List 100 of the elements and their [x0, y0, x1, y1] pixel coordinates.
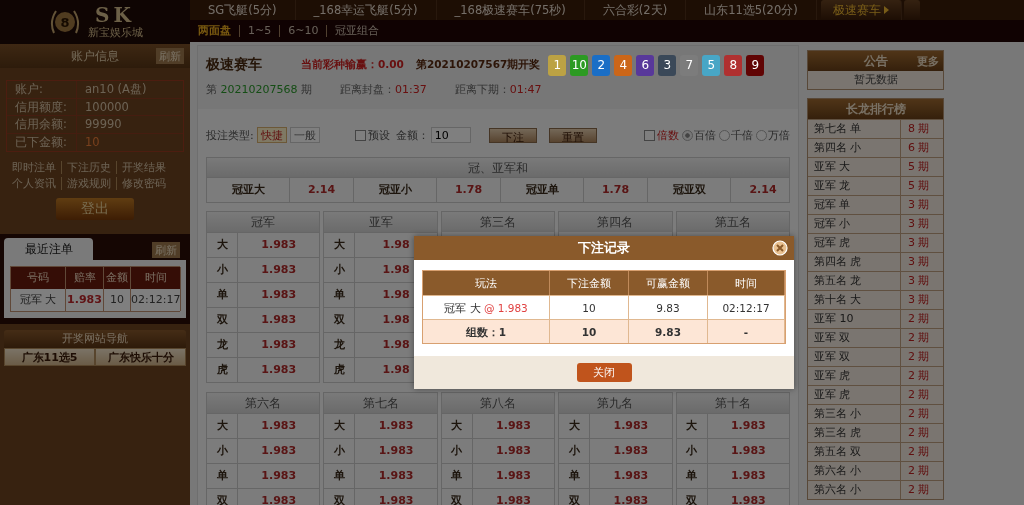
caret-icon	[883, 6, 889, 14]
bet-label-cell: 双	[441, 489, 473, 505]
bet-label-cell: 大	[676, 414, 708, 438]
ranking-name: 亚军 双	[808, 348, 901, 366]
table-cell: 10	[550, 295, 629, 319]
odds-cell[interactable]: 1.983	[238, 308, 320, 332]
ranking-name: 第五名 双	[808, 443, 901, 461]
odds-cell[interactable]: 1.983	[238, 489, 320, 505]
column-header: 玩法	[423, 271, 550, 295]
bet-type-tab[interactable]: 快捷	[256, 127, 287, 143]
ranking-name: 冠军 单	[808, 196, 901, 214]
logo-title: SK	[95, 4, 135, 26]
board-title: 亚军	[324, 212, 437, 232]
scale-radio[interactable]	[682, 129, 693, 141]
odds-cell[interactable]: 1.983	[590, 464, 672, 488]
amount-field[interactable]: 10	[430, 127, 471, 143]
recent-tab[interactable]: 最近注单	[4, 238, 93, 260]
odds-cell[interactable]: 1.983	[355, 414, 437, 438]
bet-label-cell: 大	[324, 233, 356, 257]
board-title: 第六名	[207, 393, 320, 413]
multiple-checkbox[interactable]	[644, 129, 655, 141]
submit-button[interactable]: 下注	[488, 127, 537, 143]
sub-tab[interactable]: 冠亚组合	[326, 25, 388, 37]
odds-cell[interactable]: 1.983	[355, 464, 437, 488]
odds-cell[interactable]: 1.983	[238, 283, 320, 307]
bet-label-cell: 双	[324, 489, 356, 505]
board-title: 第五名	[676, 212, 789, 232]
odds-cell[interactable]: 1.983	[472, 439, 555, 463]
nav-link[interactable]: 广东11选5	[4, 348, 95, 366]
odds-cell[interactable]: 1.983	[590, 489, 672, 505]
logout-button[interactable]: 登出	[56, 198, 134, 220]
odds-cell[interactable]: 1.983	[472, 414, 555, 438]
odds-cell[interactable]: 1.983	[707, 414, 789, 438]
sub-tab[interactable]: 1~5	[239, 25, 280, 37]
bet-label-cell: 大	[324, 414, 356, 438]
board-title: 第九名	[559, 393, 672, 413]
odds-cell[interactable]: 1.983	[590, 439, 672, 463]
bet-label-cell: 单	[207, 464, 238, 488]
odds-cell[interactable]: 1.983	[472, 489, 555, 505]
sub-tab[interactable]: 6~10	[279, 25, 327, 37]
ranking-count: 2 期	[907, 349, 931, 365]
table-title: 冠、亚军和	[207, 158, 789, 178]
nav-extra-button[interactable]	[903, 0, 920, 20]
side-link[interactable]: 即时注单	[12, 161, 61, 174]
close-icon[interactable]	[772, 240, 788, 256]
ranking-count: 2 期	[907, 330, 931, 346]
odds-cell[interactable]: 1.983	[707, 464, 789, 488]
odds-cell[interactable]: 1.983	[238, 233, 320, 257]
odds-cell[interactable]: 1.78	[437, 178, 501, 202]
side-link[interactable]: 修改密码	[116, 177, 171, 190]
ranking-name: 第五名 龙	[808, 272, 901, 290]
scale-radio[interactable]	[756, 129, 767, 141]
ranking-count: 5 期	[907, 178, 931, 194]
odds-cell[interactable]: 1.983	[238, 358, 320, 382]
bet-label-cell: 冠亚大	[207, 178, 290, 202]
period-text: 第 20210207568 期	[206, 81, 312, 97]
odds-cell[interactable]: 1.983	[238, 414, 320, 438]
table-cell: 02:12:17	[708, 295, 785, 319]
odds-cell[interactable]: 1.983	[238, 258, 320, 282]
multiple-label: 倍数	[657, 127, 679, 143]
odds-cell[interactable]: 1.983	[238, 439, 320, 463]
board-title: 第四名	[559, 212, 672, 232]
odds-cell[interactable]: 1.983	[707, 489, 789, 505]
amount-label: 金额：	[395, 127, 429, 143]
bet-label-cell: 双	[676, 489, 708, 505]
column-header: 号码	[11, 267, 66, 289]
odds-cell[interactable]: 1.983	[238, 464, 320, 488]
odds-cell[interactable]: 2.14	[290, 178, 354, 202]
ranking-name: 亚军 双	[808, 329, 901, 347]
bet-label-cell: 龙	[207, 333, 238, 357]
odds-cell[interactable]: 2.14	[731, 178, 795, 202]
side-link[interactable]: 开奖结果	[116, 161, 171, 174]
odds-cell[interactable]: 1.983	[355, 489, 437, 505]
odds-cell[interactable]: 1.983	[590, 414, 672, 438]
bet-label-cell: 小	[324, 439, 356, 463]
side-link[interactable]: 游戏规则	[61, 177, 116, 190]
side-link[interactable]: 下注历史	[61, 161, 116, 174]
account-value: 10	[84, 133, 101, 151]
odds-cell[interactable]: 1.983	[238, 333, 320, 357]
odds-cell[interactable]: 1.983	[472, 464, 555, 488]
odds-cell[interactable]: 1.78	[584, 178, 648, 202]
side-link[interactable]: 个人资讯	[12, 177, 61, 190]
odds-cell[interactable]: 1.983	[355, 439, 437, 463]
table-cell: 冠军 大	[11, 289, 66, 311]
reset-button[interactable]: 重置	[548, 127, 597, 143]
bet-label-cell: 小	[676, 439, 708, 463]
ranking-name: 冠军 小	[808, 215, 901, 233]
table-cell: 1.983	[66, 289, 104, 311]
more-link[interactable]: 更多	[917, 53, 939, 69]
preset-checkbox[interactable]	[354, 129, 366, 141]
close-button[interactable]: 关闭	[576, 363, 632, 382]
nav-link[interactable]: 广东快乐十分	[95, 348, 186, 366]
odds-cell[interactable]: 1.983	[707, 439, 789, 463]
game-tab[interactable]: 极速赛车	[820, 0, 902, 20]
bet-label-cell: 大	[559, 414, 591, 438]
ranking-count: 3 期	[907, 197, 931, 213]
sub-tab[interactable]: 两面盘	[198, 25, 239, 37]
scale-radio[interactable]	[719, 129, 730, 141]
ranking-count: 2 期	[907, 444, 931, 460]
account-label: 已下金额:	[7, 133, 77, 151]
